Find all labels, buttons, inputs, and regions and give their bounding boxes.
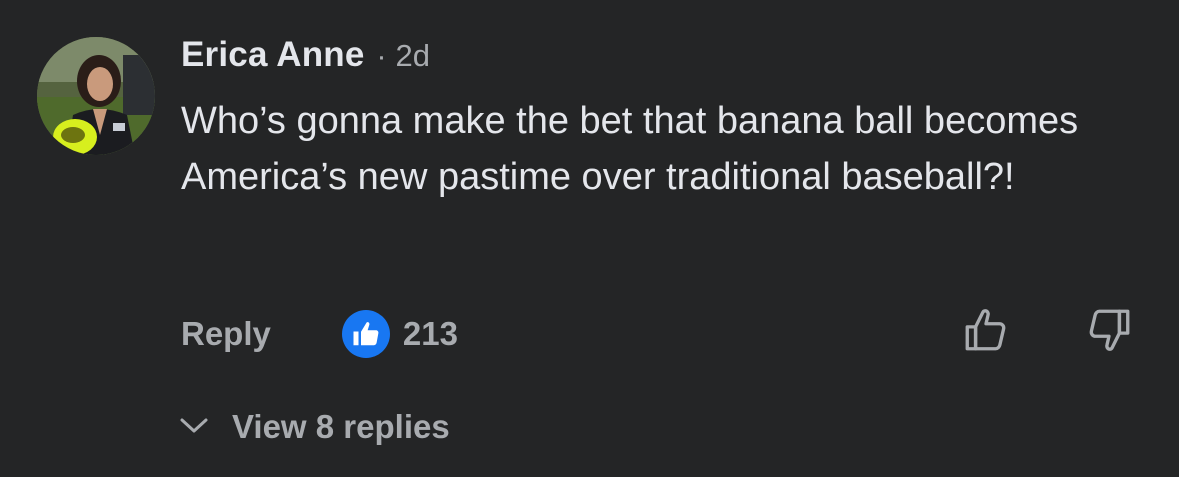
comment: Erica Anne · 2d Who’s gonna make the bet… <box>0 0 1179 477</box>
reaction-count: 213 <box>402 315 458 352</box>
thumbs-down-outline-icon <box>1084 305 1134 360</box>
downvote-button[interactable] <box>1083 306 1135 358</box>
chevron-down-icon <box>178 415 210 440</box>
view-replies-label: View 8 replies <box>232 408 450 445</box>
comment-header: Erica Anne · 2d <box>181 35 430 83</box>
thumbs-up-icon <box>341 310 390 358</box>
reaction-summary[interactable]: 213 <box>341 310 458 358</box>
author-name[interactable]: Erica Anne <box>181 35 365 75</box>
avatar[interactable] <box>37 37 155 155</box>
reply-button[interactable]: Reply <box>181 315 271 353</box>
upvote-button[interactable] <box>960 306 1012 358</box>
comment-text: Who’s gonna make the bet that banana bal… <box>181 100 1079 198</box>
comment-actions: Reply 213 <box>181 306 458 362</box>
view-replies-button[interactable]: View 8 replies <box>178 404 450 450</box>
separator-dot: · <box>376 40 387 73</box>
timestamp: 2d <box>395 38 431 73</box>
thumbs-up-outline-icon <box>961 305 1011 360</box>
